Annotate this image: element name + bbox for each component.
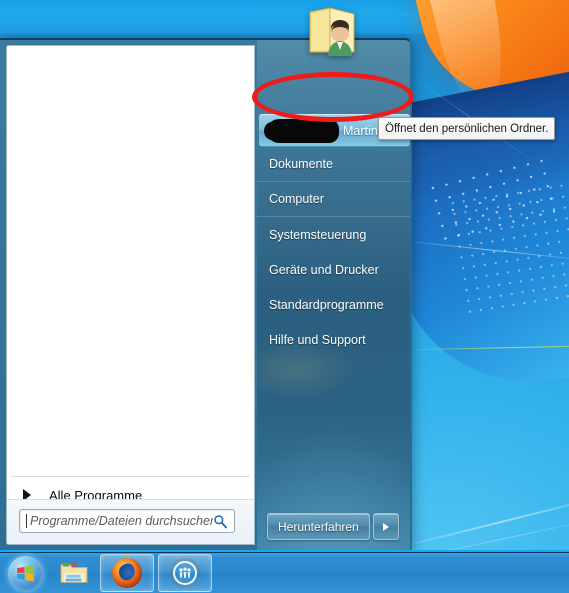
start-menu-item-help-and-support[interactable]: Hilfe und Support [257,322,410,357]
start-menu-item-default-programs[interactable]: Standardprogramme [257,287,410,322]
windows-orb-icon [7,555,43,591]
start-menu-item-list: Martin Dokumente Computer Systemsteuerun… [257,114,410,357]
firefox-icon [112,558,142,588]
search-icon[interactable] [213,514,228,529]
start-menu-left-pane: Alle Programme Programme/Dateien durchsu… [6,45,255,545]
search-input[interactable]: Programme/Dateien durchsuchen [19,509,235,533]
app-glyph-icon [173,561,197,585]
folder-explorer-icon [60,562,88,583]
start-menu-item-label: Geräte und Drucker [269,262,379,277]
redaction-block [264,119,339,143]
taskbar-item-explorer[interactable] [52,555,96,591]
start-button[interactable] [3,554,47,592]
start-menu-item-documents[interactable]: Dokumente [257,147,410,182]
start-menu-item-label: Computer [269,192,324,206]
search-placeholder: Programme/Dateien durchsuchen [30,514,213,528]
orange-circle-app-icon [170,558,200,588]
start-menu-item-label: Martin [343,123,378,138]
taskbar-item-firefox[interactable] [100,554,154,592]
taskbar-items [52,554,212,592]
shutdown-options-button[interactable] [372,513,399,540]
taskbar [0,550,569,593]
start-menu-item-computer[interactable]: Computer [257,182,410,217]
start-menu-item-devices-and-printers[interactable]: Geräte und Drucker [257,252,410,287]
start-menu: Alle Programme Programme/Dateien durchsu… [0,38,412,554]
user-folder-avatar-icon[interactable] [300,0,364,62]
shutdown-row: Herunterfahren [267,513,399,540]
start-menu-item-label: Dokumente [269,157,333,171]
shutdown-button[interactable]: Herunterfahren [267,513,370,540]
start-menu-item-label: Hilfe und Support [269,332,366,347]
search-area: Programme/Dateien durchsuchen [7,499,254,544]
programs-list[interactable] [7,46,254,474]
taskbar-item-amp-app[interactable] [158,554,212,592]
start-menu-item-label: Standardprogramme [269,297,384,312]
shutdown-label: Herunterfahren [278,519,359,534]
tooltip: Öffnet den persönlichen Ordner. [378,117,556,140]
triangle-right-icon [382,522,389,531]
start-menu-item-label: Systemsteuerung [269,227,367,242]
start-menu-item-control-panel[interactable]: Systemsteuerung [257,217,410,252]
